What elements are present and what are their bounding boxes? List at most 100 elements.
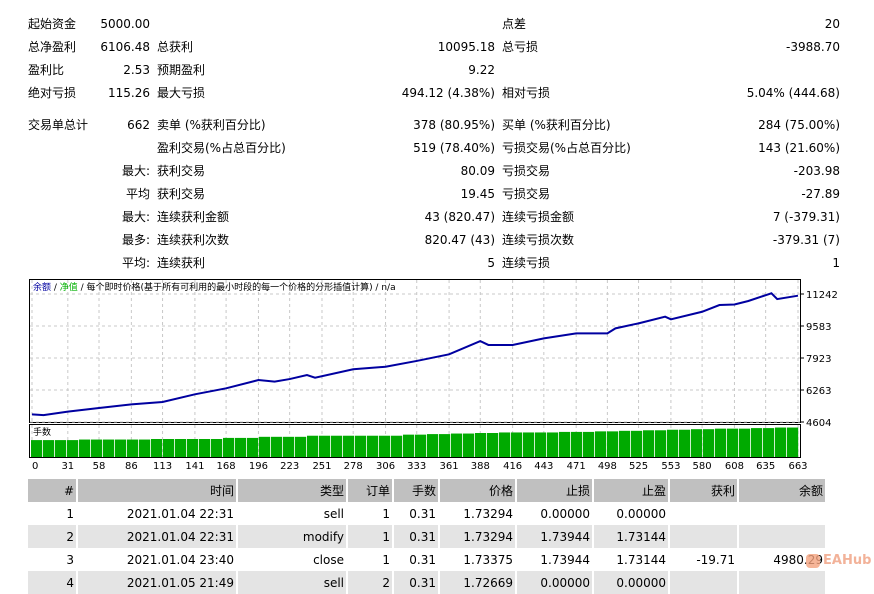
stat-label: 卖单 (%获利百分比) xyxy=(157,118,266,132)
volume-bar xyxy=(43,440,55,457)
table-cell: modify xyxy=(238,525,346,548)
column-header[interactable]: # xyxy=(28,479,76,502)
column-header[interactable]: 手数 xyxy=(394,479,438,502)
stat-label: 连续亏损金额 xyxy=(502,210,575,224)
stat-value: 80.09 xyxy=(460,164,495,178)
stat-label: 获利交易 xyxy=(157,164,206,178)
table-cell xyxy=(670,525,737,548)
x-tick-label: 443 xyxy=(534,461,553,472)
stat-label: 连续亏损次数 xyxy=(502,233,575,247)
table-cell: 1.73294 xyxy=(463,506,513,521)
x-tick-label: 525 xyxy=(629,461,648,472)
column-header[interactable]: 价格 xyxy=(440,479,515,502)
table-cell: 1 xyxy=(348,525,392,548)
table-cell: 2 xyxy=(28,525,76,548)
stat-value: 6106.48 xyxy=(100,40,150,54)
x-tick-label: 251 xyxy=(312,461,331,472)
volume-bar xyxy=(475,433,487,457)
x-tick-label: 416 xyxy=(503,461,522,472)
table-cell: 1 xyxy=(382,552,390,567)
volume-bar xyxy=(235,437,247,457)
x-tick-label: 333 xyxy=(407,461,426,472)
table-cell: 4 xyxy=(28,571,76,594)
table-row[interactable]: 4 2021.01.05 21:49 sell 2 0.31 1.72669 0.00000… xyxy=(28,571,825,594)
table-cell: 1 xyxy=(66,506,74,521)
column-header[interactable]: 止盈 xyxy=(594,479,668,502)
stat-value: 519 (78.40%) xyxy=(413,141,495,155)
column-header[interactable]: 止损 xyxy=(517,479,592,502)
legend-sep1: / xyxy=(51,283,60,293)
x-tick-label: 58 xyxy=(93,461,106,472)
stat-label: 盈利交易(%占总百分比) xyxy=(157,141,286,155)
stat-value: -379.31 (7) xyxy=(772,233,840,247)
stat-value: 115.26 xyxy=(108,86,150,100)
volume-bar xyxy=(523,432,535,457)
volume-bar xyxy=(559,431,571,457)
table-cell: close xyxy=(313,552,344,567)
stat-value: 1 xyxy=(832,256,840,270)
volume-bar xyxy=(775,427,787,457)
stat-value: 5.04% (444.68) xyxy=(746,86,840,100)
volume-bar xyxy=(271,436,283,457)
stat-value: 143 (21.60%) xyxy=(758,141,840,155)
stat-label: 总亏损 xyxy=(502,40,539,54)
x-tick-label: 608 xyxy=(725,461,744,472)
volume-bar xyxy=(127,439,139,457)
eahub-watermark-logo: EAHub xyxy=(806,553,871,568)
x-tick-label: 113 xyxy=(153,461,172,472)
stat-label: 预期盈利 xyxy=(157,63,206,77)
x-tick-label: 663 xyxy=(788,461,807,472)
stat-value: 284 (75.00%) xyxy=(758,118,840,132)
stat-value: 7 (-379.31) xyxy=(772,210,840,224)
column-header[interactable]: 余额 xyxy=(739,479,825,502)
stat-value: 20 xyxy=(824,17,840,31)
table-header: # 时间 类型 订单 手数 价格 止损 止盈 获利 余额 xyxy=(28,479,825,502)
table-cell: 0.00000 xyxy=(616,506,666,521)
volume-bar xyxy=(187,439,199,457)
x-tick-label: 498 xyxy=(598,461,617,472)
column-header[interactable]: 时间 xyxy=(78,479,236,502)
stat-label: 获利交易 xyxy=(157,187,206,201)
stat-value xyxy=(60,138,150,158)
table-row[interactable]: 1 2021.01.04 22:31 sell 1 0.31 1.73294 0.00000… xyxy=(28,502,825,525)
volume-bar xyxy=(283,436,295,457)
volume-bar xyxy=(151,439,163,457)
table-cell: 2021.01.04 22:31 xyxy=(78,525,236,548)
stat-value: 378 (80.95%) xyxy=(413,118,495,132)
volume-bar xyxy=(691,429,703,457)
table-cell xyxy=(739,525,825,548)
volume-bar xyxy=(415,434,427,457)
balance-chart: 0 31 58 86 113 141 168 196 223 251 278 306 333 361 388… xyxy=(29,279,838,472)
y-tick-label: 9583 xyxy=(806,322,831,333)
stat-value: 19.45 xyxy=(460,187,495,201)
volume-bar xyxy=(751,428,763,457)
volume-bar xyxy=(259,436,271,457)
column-header[interactable]: 类型 xyxy=(238,479,346,502)
table-cell: 0.00000 xyxy=(594,571,668,594)
table-cell: 0.31 xyxy=(409,552,436,567)
x-tick-label: 31 xyxy=(61,461,74,472)
stat-label: 总获利 xyxy=(157,40,194,54)
stat-label: 盈利比 xyxy=(28,63,65,77)
table-cell: 2021.01.04 23:40 xyxy=(126,552,234,567)
volume-bar xyxy=(487,433,499,457)
x-tick-label: 361 xyxy=(440,461,459,472)
table-row[interactable]: 3 2021.01.04 23:40 close 1 0.31 1.73375 1.7394… xyxy=(28,548,825,571)
volume-bar xyxy=(571,431,583,457)
volume-bar xyxy=(163,439,175,457)
volume-bar xyxy=(619,430,631,457)
table-cell: 1.72669 xyxy=(440,571,515,594)
trades-table: # 时间 类型 订单 手数 价格 止损 止盈 获利 余额 1 2021.01.04 22:31 sel… xyxy=(26,479,827,594)
table-cell: 0.31 xyxy=(394,571,438,594)
stat-label: 亏损交易 xyxy=(502,164,551,178)
table-cell: 1.73944 xyxy=(517,525,592,548)
volume-bar xyxy=(679,429,691,457)
column-header[interactable]: 获利 xyxy=(670,479,737,502)
x-tick-label: 196 xyxy=(249,461,268,472)
table-cell: 1.73294 xyxy=(440,525,515,548)
stat-value xyxy=(300,14,495,34)
column-header[interactable]: 订单 xyxy=(348,479,392,502)
table-row[interactable]: 2 2021.01.04 22:31 modify 1 0.31 1.73294 1.739… xyxy=(28,525,825,548)
x-tick-label: 580 xyxy=(693,461,712,472)
volume-bar xyxy=(211,439,223,457)
